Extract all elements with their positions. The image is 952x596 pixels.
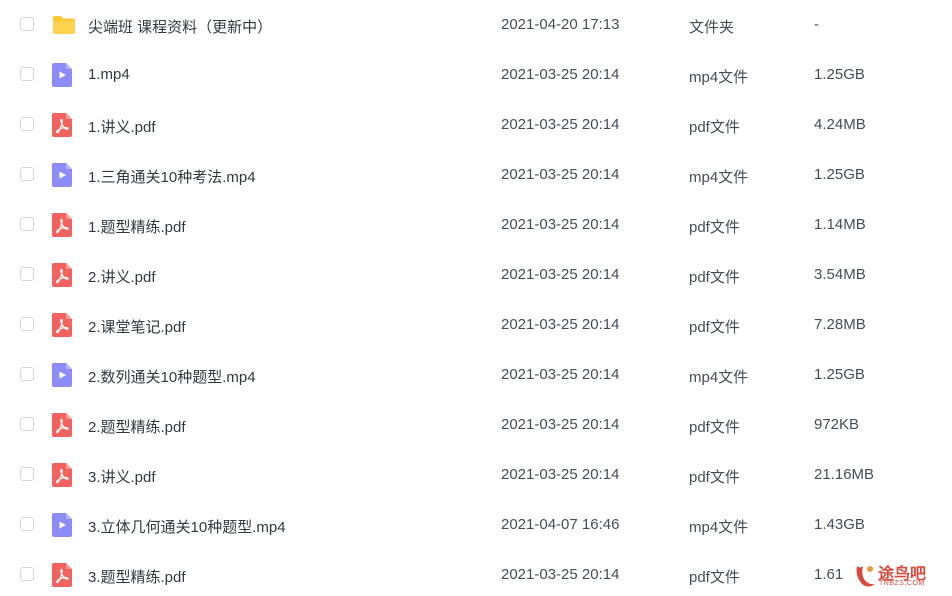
pdf-file-icon <box>52 413 72 437</box>
file-name[interactable]: 2.讲义.pdf <box>88 266 156 287</box>
folder-icon <box>52 13 75 37</box>
row-checkbox[interactable] <box>20 217 34 231</box>
file-type: pdf文件 <box>689 469 740 486</box>
row-checkbox[interactable] <box>20 167 34 181</box>
file-size: 1.25GB <box>814 366 865 383</box>
pdf-file-icon <box>52 313 72 337</box>
pdf-file-icon <box>52 263 72 287</box>
file-date: 2021-03-25 20:14 <box>501 316 620 333</box>
file-row[interactable]: 1.三角通关10种考法.mp4 2021-03-25 20:14 mp4文件 1… <box>0 150 952 200</box>
file-row[interactable]: 2.讲义.pdf 2021-03-25 20:14 pdf文件 3.54MB <box>0 250 952 300</box>
file-row[interactable]: 1.讲义.pdf 2021-03-25 20:14 pdf文件 4.24MB <box>0 100 952 150</box>
file-row[interactable]: 3.讲义.pdf 2021-03-25 20:14 pdf文件 21.16MB <box>0 450 952 500</box>
file-row[interactable]: 1.mp4 2021-03-25 20:14 mp4文件 1.25GB <box>0 50 952 100</box>
file-size: 1.61 <box>814 566 844 583</box>
file-size: 972KB <box>814 416 860 433</box>
video-file-icon <box>52 363 72 387</box>
file-size: 1.25GB <box>814 66 865 83</box>
row-checkbox[interactable] <box>20 17 34 31</box>
row-checkbox[interactable] <box>20 467 34 481</box>
file-date: 2021-03-25 20:14 <box>501 166 620 183</box>
file-size: 21.16MB <box>814 466 875 483</box>
file-type: mp4文件 <box>689 169 749 186</box>
file-date: 2021-03-25 20:14 <box>501 466 620 483</box>
file-row[interactable]: 2.课堂笔记.pdf 2021-03-25 20:14 pdf文件 7.28MB <box>0 300 952 350</box>
pdf-file-icon <box>52 113 72 137</box>
file-size: 1.25GB <box>814 166 865 183</box>
row-checkbox[interactable] <box>20 117 34 131</box>
file-date: 2021-04-20 17:13 <box>501 16 620 33</box>
file-name[interactable]: 2.数列通关10种题型.mp4 <box>88 366 256 387</box>
row-checkbox[interactable] <box>20 367 34 381</box>
file-date: 2021-03-25 20:14 <box>501 266 620 283</box>
file-date: 2021-03-25 20:14 <box>501 66 620 83</box>
file-name[interactable]: 3.立体几何通关10种题型.mp4 <box>88 516 286 537</box>
row-checkbox[interactable] <box>20 267 34 281</box>
file-type: mp4文件 <box>689 369 749 386</box>
file-size: 1.14MB <box>814 216 866 233</box>
file-size: 7.28MB <box>814 316 866 333</box>
bird-logo-icon <box>856 566 875 587</box>
file-type: mp4文件 <box>689 519 749 536</box>
file-name[interactable]: 3.讲义.pdf <box>88 466 156 487</box>
file-row[interactable]: 2.数列通关10种题型.mp4 2021-03-25 20:14 mp4文件 1… <box>0 350 952 400</box>
pdf-file-icon <box>52 563 72 587</box>
file-type: pdf文件 <box>689 269 740 286</box>
file-type: pdf文件 <box>689 419 740 436</box>
row-checkbox[interactable] <box>20 67 34 81</box>
row-checkbox[interactable] <box>20 317 34 331</box>
video-file-icon <box>52 63 72 87</box>
file-size: 1.43GB <box>814 516 865 533</box>
file-size: 3.54MB <box>814 266 866 283</box>
file-date: 2021-04-07 16:46 <box>501 516 620 533</box>
file-type: mp4文件 <box>689 69 749 86</box>
row-checkbox[interactable] <box>20 417 34 431</box>
file-type: pdf文件 <box>689 119 740 136</box>
file-name[interactable]: 3.题型精练.pdf <box>88 566 186 587</box>
watermark-logo: 途鸟吧 TNBZS.COM <box>852 556 947 594</box>
file-row[interactable]: 3.立体几何通关10种题型.mp4 2021-04-07 16:46 mp4文件… <box>0 500 952 550</box>
pdf-file-icon <box>52 213 72 237</box>
file-row[interactable]: 1.题型精练.pdf 2021-03-25 20:14 pdf文件 1.14MB <box>0 200 952 250</box>
file-row[interactable]: 尖端班 课程资料（更新中） 2021-04-20 17:13 文件夹 - <box>0 0 952 50</box>
file-type: pdf文件 <box>689 569 740 586</box>
video-file-icon <box>52 163 72 187</box>
file-date: 2021-03-25 20:14 <box>501 416 620 433</box>
file-size: 4.24MB <box>814 116 866 133</box>
video-file-icon <box>52 513 72 537</box>
file-name[interactable]: 2.课堂笔记.pdf <box>88 316 186 337</box>
file-name[interactable]: 1.题型精练.pdf <box>88 216 186 237</box>
file-date: 2021-03-25 20:14 <box>501 566 620 583</box>
row-checkbox[interactable] <box>20 517 34 531</box>
file-type: pdf文件 <box>689 219 740 236</box>
file-date: 2021-03-25 20:14 <box>501 116 620 133</box>
watermark-subtext: TNBZS.COM <box>879 580 925 587</box>
file-type: 文件夹 <box>689 19 735 36</box>
file-row[interactable]: 3.题型精练.pdf 2021-03-25 20:14 pdf文件 1.61 <box>0 550 952 596</box>
file-name[interactable]: 尖端班 课程资料（更新中） <box>88 16 272 37</box>
file-date: 2021-03-25 20:14 <box>501 366 620 383</box>
file-row[interactable]: 2.题型精练.pdf 2021-03-25 20:14 pdf文件 972KB <box>0 400 952 450</box>
file-list: 尖端班 课程资料（更新中） 2021-04-20 17:13 文件夹 - 1.m… <box>0 0 952 596</box>
file-type: pdf文件 <box>689 319 740 336</box>
pdf-file-icon <box>52 463 72 487</box>
file-name[interactable]: 1.讲义.pdf <box>88 116 156 137</box>
file-name[interactable]: 2.题型精练.pdf <box>88 416 186 437</box>
file-size: - <box>814 16 819 33</box>
row-checkbox[interactable] <box>20 567 34 581</box>
file-name[interactable]: 1.三角通关10种考法.mp4 <box>88 166 256 187</box>
file-date: 2021-03-25 20:14 <box>501 216 620 233</box>
file-name[interactable]: 1.mp4 <box>88 66 130 83</box>
